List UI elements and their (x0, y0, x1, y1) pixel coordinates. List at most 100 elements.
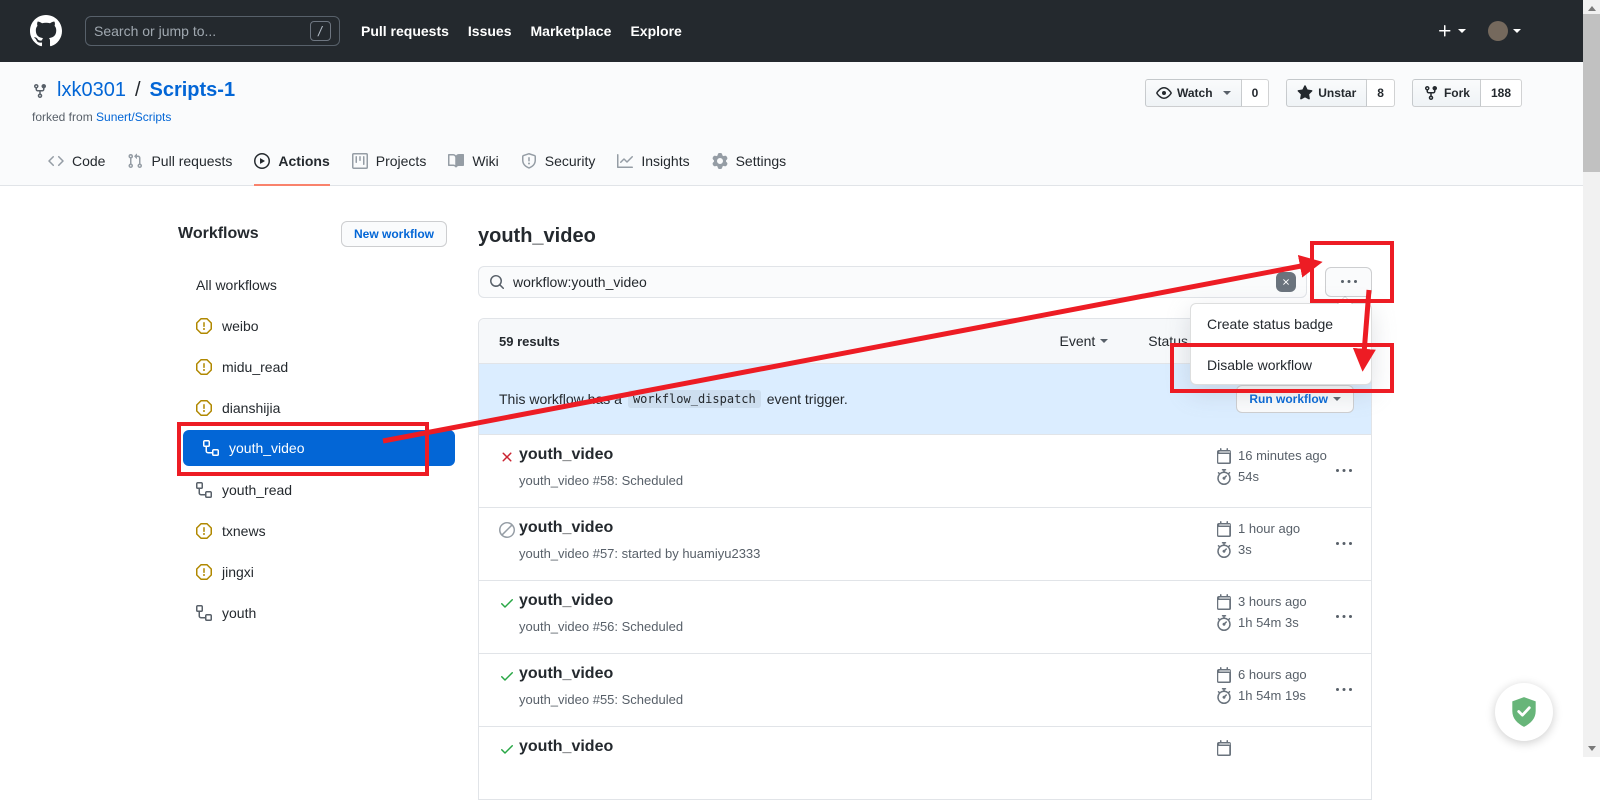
scrollbar-down-arrow[interactable] (1583, 740, 1600, 757)
calendar-icon (1216, 448, 1232, 464)
sidebar-item-all-workflows[interactable]: All workflows (178, 264, 460, 305)
sidebar-item-youth-video[interactable]: youth_video (183, 430, 455, 466)
tab-projects[interactable]: Projects (352, 138, 427, 186)
circle-slash-icon (499, 522, 515, 538)
global-search-box[interactable]: / (85, 16, 340, 46)
scrollbar[interactable] (1583, 0, 1600, 757)
tab-code[interactable]: Code (48, 138, 105, 186)
event-filter[interactable]: Event (1059, 333, 1108, 349)
create-new-button[interactable] (1437, 23, 1466, 39)
workflow-options-menu: Create status badge Disable workflow (1190, 303, 1372, 385)
runs-results-box: 59 results Event Status This workflow ha… (478, 318, 1372, 800)
sidebar-title: Workflows (178, 225, 259, 243)
sidebar-item-txnews[interactable]: txnews (178, 510, 460, 551)
nav-marketplace[interactable]: Marketplace (531, 23, 612, 39)
tab-label: Actions (278, 153, 329, 169)
star-fill-icon (1297, 85, 1313, 101)
event-filter-label: Event (1059, 333, 1095, 349)
gear-icon (712, 153, 728, 169)
stopwatch-icon (1216, 688, 1232, 704)
run-options-button[interactable] (1336, 682, 1352, 698)
run-meta: 6 hours ago 1h 54m 19s (1216, 664, 1307, 706)
run-row[interactable]: youth_video (479, 726, 1371, 799)
run-workflow-button[interactable]: Run workflow (1236, 385, 1354, 413)
repo-owner-link[interactable]: lxk0301 (57, 79, 126, 102)
run-subtitle: youth_video #55: Scheduled (519, 692, 683, 707)
run-title-link[interactable]: youth_video (519, 446, 613, 464)
workflow-list: All workflows weibo midu_read dianshijia… (178, 264, 460, 633)
repo-name-link[interactable]: Scripts-1 (150, 79, 236, 102)
chevron-down-icon (1223, 91, 1231, 95)
run-date: 16 minutes ago (1238, 448, 1327, 463)
repo-tabs: Code Pull requests Actions Projects Wiki… (48, 138, 786, 186)
banner-text: This workflow has a (499, 391, 622, 407)
chevron-down-icon (1458, 29, 1466, 33)
tab-settings[interactable]: Settings (712, 138, 787, 186)
menu-item-create-status-badge[interactable]: Create status badge (1191, 304, 1371, 344)
run-title-link[interactable]: youth_video (519, 738, 613, 756)
workflow-label: All workflows (196, 277, 277, 293)
sidebar-item-jingxi[interactable]: jingxi (178, 551, 460, 592)
graph-icon (617, 153, 633, 169)
results-count: 59 results (499, 334, 560, 349)
fork-count[interactable]: 188 (1481, 79, 1522, 107)
global-search-input[interactable] (94, 23, 304, 39)
workflow-label: jingxi (222, 564, 254, 580)
adguard-extension-badge[interactable] (1495, 683, 1553, 741)
watch-count[interactable]: 0 (1242, 79, 1270, 107)
unstar-button[interactable]: Unstar (1286, 79, 1367, 107)
run-meta: 16 minutes ago 54s (1216, 445, 1327, 487)
run-meta: 1 hour ago 3s (1216, 518, 1300, 560)
code-chip: workflow_dispatch (628, 390, 761, 408)
menu-item-disable-workflow[interactable]: Disable workflow (1191, 344, 1371, 384)
run-title-link[interactable]: youth_video (519, 519, 613, 537)
nav-explore[interactable]: Explore (630, 23, 681, 39)
workflow-label: txnews (222, 523, 266, 539)
run-duration: 1h 54m 19s (1238, 688, 1306, 703)
new-workflow-button[interactable]: New workflow (341, 221, 447, 247)
tab-actions[interactable]: Actions (254, 138, 329, 186)
github-logo-icon[interactable] (30, 15, 62, 47)
run-row[interactable]: youth_video youth_video #58: Scheduled 1… (479, 434, 1371, 507)
chevron-down-icon (1513, 29, 1521, 33)
fork-button[interactable]: Fork (1412, 79, 1481, 107)
clear-search-button[interactable] (1276, 272, 1296, 292)
tab-wiki[interactable]: Wiki (448, 138, 498, 186)
tab-insights[interactable]: Insights (617, 138, 689, 186)
eye-icon (1156, 85, 1172, 101)
plus-icon (1437, 23, 1453, 39)
run-options-button[interactable] (1336, 609, 1352, 625)
run-row[interactable]: youth_video youth_video #56: Scheduled 3… (479, 580, 1371, 653)
sidebar-item-youth[interactable]: youth (178, 592, 460, 633)
forked-from-link[interactable]: Sunert/Scripts (96, 110, 171, 124)
run-options-button[interactable] (1336, 463, 1352, 479)
run-row[interactable]: youth_video youth_video #55: Scheduled 6… (479, 653, 1371, 726)
watch-button[interactable]: Watch (1145, 79, 1242, 107)
runs-search-input[interactable] (513, 274, 1268, 290)
nav-pull-requests[interactable]: Pull requests (361, 23, 449, 39)
run-options-button[interactable] (1336, 536, 1352, 552)
user-menu-button[interactable] (1488, 21, 1521, 41)
runs-search-box[interactable] (478, 266, 1307, 298)
sidebar-item-midu-read[interactable]: midu_read (178, 346, 460, 387)
search-icon (489, 274, 505, 290)
sidebar-item-dianshijia[interactable]: dianshijia (178, 387, 460, 428)
project-icon (352, 153, 368, 169)
run-row[interactable]: youth_video youth_video #57: started by … (479, 507, 1371, 580)
check-icon (499, 595, 515, 611)
shield-check-icon (1507, 695, 1541, 729)
forked-from-text: forked from (32, 110, 93, 124)
tab-label: Insights (641, 153, 689, 169)
nav-issues[interactable]: Issues (468, 23, 512, 39)
run-title-link[interactable]: youth_video (519, 592, 613, 610)
avatar (1488, 21, 1508, 41)
scrollbar-thumb[interactable] (1583, 14, 1600, 172)
x-failure-icon (499, 449, 515, 465)
star-count[interactable]: 8 (1367, 79, 1395, 107)
book-icon (448, 153, 464, 169)
sidebar-item-youth-read[interactable]: youth_read (178, 469, 460, 510)
run-title-link[interactable]: youth_video (519, 665, 613, 683)
tab-pull-requests[interactable]: Pull requests (127, 138, 232, 186)
tab-security[interactable]: Security (521, 138, 596, 186)
sidebar-item-weibo[interactable]: weibo (178, 305, 460, 346)
